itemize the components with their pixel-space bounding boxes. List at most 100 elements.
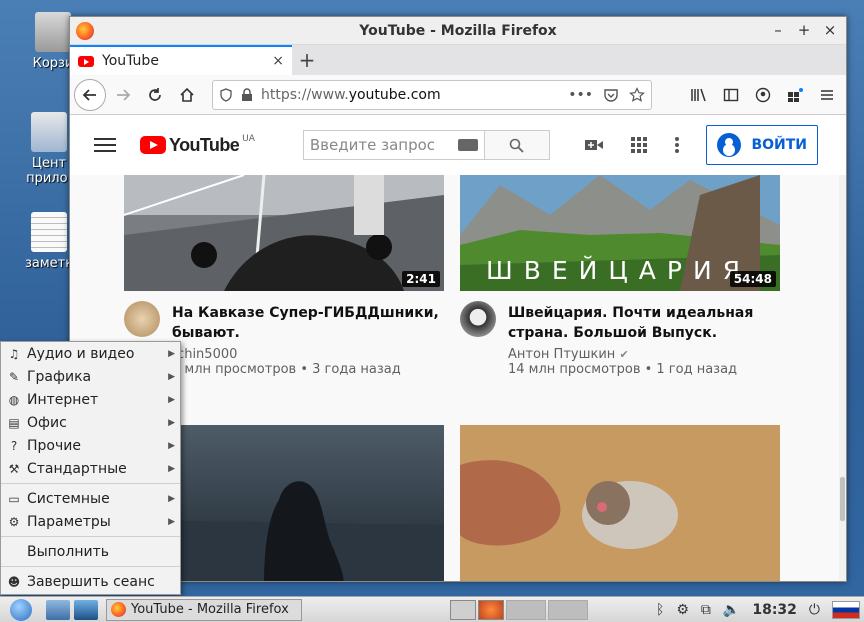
sidebar-icon xyxy=(723,88,739,101)
menu-separator xyxy=(1,536,180,537)
display-icon[interactable]: ⧉ xyxy=(701,602,711,618)
extensions-button[interactable] xyxy=(780,80,810,110)
workspace-2[interactable] xyxy=(478,599,504,620)
video-stats: 8 млн просмотров • 3 года назад xyxy=(172,362,401,377)
youtube-logo-text: YouTube xyxy=(169,134,240,155)
video-thumbnail[interactable]: 2:41 xyxy=(124,175,444,291)
youtube-logo[interactable]: YouTube UA xyxy=(140,134,255,156)
kitten-image xyxy=(460,425,780,581)
menu-separator xyxy=(1,483,180,484)
more-vertical-icon[interactable] xyxy=(674,136,680,154)
workspace-pager[interactable] xyxy=(450,599,588,620)
bluetooth-icon[interactable]: ᛒ xyxy=(656,602,664,618)
clock[interactable]: 18:32 xyxy=(752,602,797,618)
workspace-4[interactable] xyxy=(548,599,588,620)
tab-close-button[interactable]: × xyxy=(272,53,284,69)
menu-item-audio-video[interactable]: ♫ Аудио и видео ▶ xyxy=(1,342,180,365)
menu-item-other[interactable]: ? Прочие ▶ xyxy=(1,434,180,457)
taskbar-window-firefox[interactable]: YouTube - Mozilla Firefox xyxy=(106,598,302,621)
forward-button[interactable] xyxy=(108,80,138,110)
thumbnail-overlay-text: ШВЕЙЦАРИЯ xyxy=(486,256,752,285)
library-button[interactable] xyxy=(684,80,714,110)
menu-item-internet[interactable]: ◍ Интернет ▶ xyxy=(1,388,180,411)
video-title[interactable]: Швейцария. Почти идеальная страна. Больш… xyxy=(508,303,778,343)
channel-name[interactable]: rchin5000 xyxy=(172,347,442,362)
menu-item-preferences[interactable]: ⚙ Параметры ▶ xyxy=(1,510,180,533)
notes-icon xyxy=(31,212,67,252)
url-bar[interactable]: https://www.youtube.com ••• xyxy=(212,79,652,110)
tab-strip: YouTube × + xyxy=(70,45,846,75)
menu-button[interactable] xyxy=(812,80,842,110)
network-settings-icon[interactable]: ⚙ xyxy=(676,602,689,618)
bookmark-star-icon[interactable] xyxy=(629,86,645,103)
firefox-icon xyxy=(111,602,126,617)
system-tray: ᛒ ⚙ ⧉ 🔈 18:32 ⏻ xyxy=(656,600,864,619)
firefox-window: YouTube - Mozilla Firefox – + × YouTube … xyxy=(69,16,847,582)
submenu-arrow-icon: ▶ xyxy=(168,417,175,428)
keyboard-icon[interactable] xyxy=(457,139,478,151)
hamburger-menu-icon xyxy=(821,89,833,100)
volume-icon[interactable]: 🔈 xyxy=(723,602,740,618)
create-video-icon[interactable] xyxy=(584,137,604,153)
browser-launcher-icon[interactable] xyxy=(74,599,98,620)
menu-item-office[interactable]: ▤ Офис ▶ xyxy=(1,411,180,434)
channel-avatar[interactable] xyxy=(460,301,496,337)
start-menu-button[interactable] xyxy=(0,598,42,622)
guide-menu-icon[interactable] xyxy=(94,134,116,156)
video-thumbnail[interactable] xyxy=(460,425,780,581)
scrollbar-thumb[interactable] xyxy=(840,477,845,521)
home-button[interactable] xyxy=(172,80,202,110)
user-icon: ☻ xyxy=(7,574,21,589)
menu-item-logout[interactable]: ☻ Завершить сеанс xyxy=(1,570,180,593)
workspace-3[interactable] xyxy=(506,599,546,620)
apps-grid-icon[interactable] xyxy=(630,136,648,154)
video-thumbnail[interactable]: ШВЕЙЦАРИЯ 54:48 xyxy=(460,175,780,291)
submenu-arrow-icon: ▶ xyxy=(168,348,175,359)
tab-youtube[interactable]: YouTube × xyxy=(70,45,292,75)
account-button[interactable] xyxy=(748,80,778,110)
maximize-button[interactable]: + xyxy=(796,21,812,39)
search-icon xyxy=(510,138,525,153)
tools-icon: ⚒ xyxy=(8,461,20,476)
reload-button[interactable] xyxy=(140,80,170,110)
menu-item-system[interactable]: ▭ Системные ▶ xyxy=(1,487,180,510)
shield-icon[interactable] xyxy=(219,87,233,102)
lock-icon[interactable] xyxy=(241,87,253,102)
start-logo-icon xyxy=(10,598,32,621)
file-manager-launcher-icon[interactable] xyxy=(46,599,70,620)
menu-item-run[interactable]: Выполнить xyxy=(1,540,180,563)
region-code: UA xyxy=(242,134,255,144)
channel-avatar[interactable] xyxy=(124,301,160,337)
back-button[interactable] xyxy=(74,78,106,111)
application-menu: ♫ Аудио и видео ▶ ✎ Графика ▶ ◍ Интернет ▶ ▤ Оф… xyxy=(0,341,181,595)
power-icon[interactable]: ⏻ xyxy=(809,602,820,618)
workspace-1[interactable] xyxy=(450,599,476,620)
signin-button[interactable]: ВОЙТИ xyxy=(706,125,818,165)
sidebar-button[interactable] xyxy=(716,80,746,110)
taskbar-window-label: YouTube - Mozilla Firefox xyxy=(131,602,289,617)
new-tab-button[interactable]: + xyxy=(292,45,322,75)
video-title[interactable]: На Кавказе Супер-ГИБДДшники, бывают. xyxy=(172,303,442,343)
url-protocol: https://www. xyxy=(261,86,349,103)
keyboard-layout-flag-icon[interactable] xyxy=(832,600,860,619)
menu-separator xyxy=(1,566,180,567)
globe-icon: ◍ xyxy=(8,392,20,407)
close-window-button[interactable]: × xyxy=(822,21,838,39)
title-bar[interactable]: YouTube - Mozilla Firefox – + × xyxy=(70,17,846,45)
page-scrollbar[interactable] xyxy=(839,175,846,581)
youtube-favicon-icon xyxy=(78,55,94,67)
menu-item-graphics[interactable]: ✎ Графика ▶ xyxy=(1,365,180,388)
library-icon xyxy=(691,88,706,101)
channel-name[interactable]: Антон Птушкин ✔ xyxy=(508,347,778,362)
trash-icon xyxy=(35,12,71,52)
video-duration: 2:41 xyxy=(402,271,440,287)
signin-label: ВОЙТИ xyxy=(751,137,807,153)
window-title: YouTube - Mozilla Firefox xyxy=(359,22,557,39)
arrow-left-icon xyxy=(82,88,96,101)
minimize-button[interactable]: – xyxy=(770,21,786,39)
search-input[interactable]: Введите запрос xyxy=(302,130,485,160)
search-button[interactable] xyxy=(484,130,550,160)
pocket-icon[interactable] xyxy=(603,87,619,103)
page-actions-icon[interactable]: ••• xyxy=(568,87,593,103)
menu-item-accessories[interactable]: ⚒ Стандартные ▶ xyxy=(1,457,180,480)
